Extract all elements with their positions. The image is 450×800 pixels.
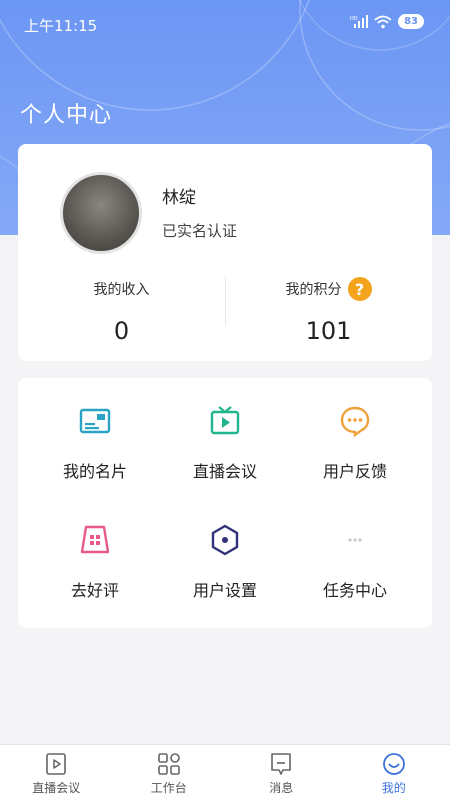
message-icon xyxy=(271,753,292,775)
smile-icon xyxy=(382,753,405,775)
menu-item-live-meeting[interactable]: 直播会议 xyxy=(160,404,290,482)
page-title: 个人中心 xyxy=(20,103,113,128)
tab-label: 工作台 xyxy=(150,781,187,795)
battery-indicator: 83 xyxy=(398,14,424,29)
menu-item-feedback[interactable]: 用户反馈 xyxy=(290,404,420,482)
hexagon-settings-icon xyxy=(211,524,239,556)
tab-label: 直播会议 xyxy=(32,781,81,795)
rating-store-icon xyxy=(80,525,110,554)
menu-item-user-settings[interactable]: 用户设置 xyxy=(160,523,290,601)
tab-mine[interactable]: 我的 xyxy=(338,745,450,800)
profile-card: 林绽 已实名认证 我的收入 0 我的积分 ? 101 xyxy=(18,144,432,361)
menu-item-label: 用户设置 xyxy=(192,581,257,600)
business-card-icon xyxy=(79,408,111,434)
menu-grid: 我的名片 直播会议 用户反馈 去好评 用户设置 任务中心 xyxy=(18,378,432,628)
menu-item-label: 直播会议 xyxy=(192,462,257,481)
menu-item-label: 去好评 xyxy=(70,581,119,600)
income-label: 我的收入 xyxy=(93,282,150,298)
wifi-icon xyxy=(374,15,392,28)
verification-status: 已实名认证 xyxy=(162,222,238,240)
help-question-icon[interactable]: ? xyxy=(347,277,372,301)
points-stat[interactable]: 我的积分 ? 101 xyxy=(225,277,432,345)
points-value: 101 xyxy=(305,317,352,345)
menu-item-task-center[interactable]: 任务中心 xyxy=(290,523,420,601)
avatar[interactable] xyxy=(60,172,142,254)
play-icon xyxy=(46,753,67,775)
menu-item-business-card[interactable]: 我的名片 xyxy=(30,404,160,482)
income-value: 0 xyxy=(113,317,130,345)
status-bar: 上午11:15 HD 83 xyxy=(0,0,450,48)
tab-messages[interactable]: 消息 xyxy=(225,745,338,800)
more-dots-icon xyxy=(348,538,362,542)
grid-icon xyxy=(157,753,180,775)
tab-label: 我的 xyxy=(381,781,406,795)
tab-label: 消息 xyxy=(269,781,294,795)
menu-item-label: 我的名片 xyxy=(62,462,127,481)
chat-bubble-icon xyxy=(340,406,370,438)
user-name: 林绽 xyxy=(162,188,196,208)
network-type: HD xyxy=(350,16,358,22)
menu-item-rate[interactable]: 去好评 xyxy=(30,523,160,601)
status-time: 上午11:15 xyxy=(24,17,98,35)
menu-item-label: 任务中心 xyxy=(322,581,387,600)
menu-item-label: 用户反馈 xyxy=(322,462,387,481)
live-tv-icon xyxy=(210,406,240,435)
points-label: 我的积分 xyxy=(285,282,342,298)
status-icons: HD 83 xyxy=(350,14,424,29)
tab-workbench[interactable]: 工作台 xyxy=(113,745,226,800)
bottom-tab-bar: 直播会议 工作台 消息 我的 xyxy=(0,744,450,800)
signal-icon: HD xyxy=(350,14,369,28)
tab-live-meeting[interactable]: 直播会议 xyxy=(0,745,113,800)
income-stat[interactable]: 我的收入 0 xyxy=(18,277,225,345)
